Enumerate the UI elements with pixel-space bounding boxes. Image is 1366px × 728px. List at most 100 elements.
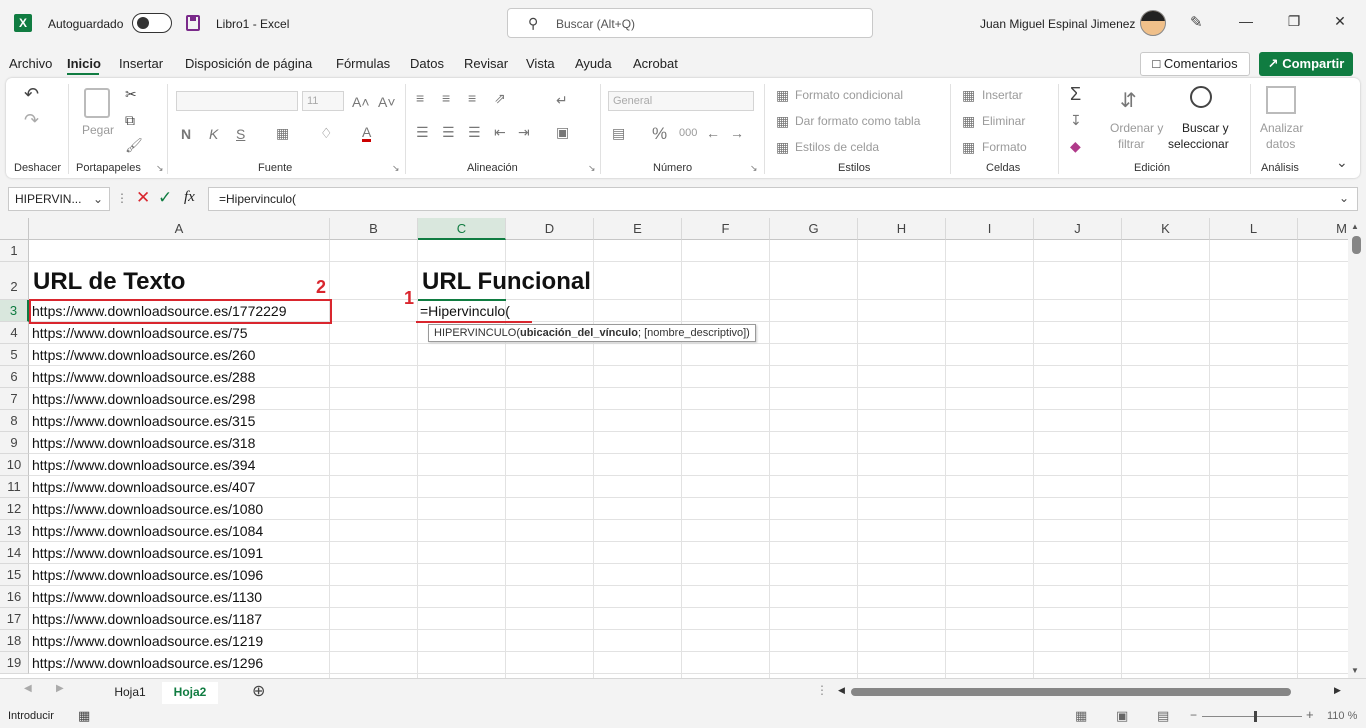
- cell-a15[interactable]: https://www.downloadsource.es/1096: [32, 567, 263, 583]
- cell-a18[interactable]: https://www.downloadsource.es/1219: [32, 633, 263, 649]
- column-header-c[interactable]: C: [418, 218, 506, 240]
- spreadsheet-grid[interactable]: A B C D E F G H I J K L M 1 2 3 4 5 6 7 …: [0, 218, 1348, 678]
- analyze-data-icon[interactable]: [1266, 86, 1296, 114]
- increase-decimal-icon[interactable]: ←: [706, 125, 720, 141]
- page-layout-icon[interactable]: ▣: [1116, 708, 1128, 724]
- insert-cells-button[interactable]: Insertar: [982, 88, 1023, 102]
- cell-a17[interactable]: https://www.downloadsource.es/1187: [32, 611, 262, 627]
- save-icon[interactable]: [186, 15, 200, 31]
- sheet-tab-hoja2[interactable]: Hoja2: [162, 682, 218, 706]
- collapse-ribbon-icon[interactable]: ⌄: [1336, 154, 1348, 171]
- next-sheet-icon[interactable]: ▶: [56, 683, 64, 694]
- accessibility-icon[interactable]: ▦: [78, 708, 90, 724]
- cell-a7[interactable]: https://www.downloadsource.es/298: [32, 391, 255, 407]
- row-header[interactable]: 7: [0, 388, 29, 410]
- font-name-dropdown[interactable]: [176, 91, 298, 111]
- confirm-icon[interactable]: ✓: [158, 188, 172, 208]
- pen-icon[interactable]: ✎: [1190, 13, 1203, 31]
- tab-acrobat[interactable]: Acrobat: [633, 56, 678, 71]
- cell-a16[interactable]: https://www.downloadsource.es/1130: [32, 589, 262, 605]
- currency-icon[interactable]: ▤: [612, 125, 625, 142]
- row-header[interactable]: 6: [0, 366, 29, 388]
- row-header[interactable]: 14: [0, 542, 29, 564]
- delete-cells-button[interactable]: Eliminar: [982, 114, 1025, 128]
- minimize-button[interactable]: —: [1236, 13, 1256, 29]
- sort-filter-label-1[interactable]: Ordenar y: [1110, 121, 1163, 135]
- search-input[interactable]: ⚲ Buscar (Alt+Q): [507, 8, 873, 38]
- cancel-icon[interactable]: ✕: [136, 188, 150, 208]
- number-format-dropdown[interactable]: General: [608, 91, 754, 111]
- dialog-launcher-icon[interactable]: ↘: [392, 163, 400, 174]
- column-header-e[interactable]: E: [594, 218, 682, 240]
- column-header-k[interactable]: K: [1122, 218, 1210, 240]
- add-sheet-icon[interactable]: ⊕: [252, 681, 265, 701]
- row-header[interactable]: 13: [0, 520, 29, 542]
- align-right-icon[interactable]: ☰: [468, 124, 481, 141]
- redo-icon[interactable]: ↷: [24, 110, 39, 131]
- row-header[interactable]: 18: [0, 630, 29, 652]
- analyze-label-2[interactable]: datos: [1266, 137, 1295, 151]
- avatar[interactable]: [1140, 10, 1166, 36]
- tab-inicio[interactable]: Inicio: [67, 56, 101, 71]
- autosum-icon[interactable]: Σ: [1070, 84, 1081, 105]
- cell-a5[interactable]: https://www.downloadsource.es/260: [32, 347, 255, 363]
- sheet-tab-hoja1[interactable]: Hoja1: [102, 682, 158, 704]
- align-top-icon[interactable]: ≡: [416, 90, 424, 106]
- merge-icon[interactable]: ▣: [556, 124, 569, 141]
- font-shrink-icon[interactable]: A˅: [378, 94, 396, 110]
- dialog-launcher-icon[interactable]: ↘: [750, 163, 758, 174]
- tab-ayuda[interactable]: Ayuda: [575, 56, 612, 71]
- cell-a11[interactable]: https://www.downloadsource.es/407: [32, 479, 255, 495]
- normal-view-icon[interactable]: ▦: [1075, 708, 1087, 724]
- find-select-label-2[interactable]: seleccionar: [1168, 137, 1229, 151]
- indent-increase-icon[interactable]: ⇥: [518, 124, 530, 141]
- tooltip-function[interactable]: HIPERVINCULO(: [434, 327, 520, 339]
- format-table-button[interactable]: Dar formato como tabla: [795, 114, 920, 128]
- horizontal-scroll-thumb[interactable]: [851, 688, 1291, 696]
- share-button[interactable]: ↗ Compartir: [1259, 52, 1353, 76]
- percent-button[interactable]: %: [652, 124, 667, 144]
- active-cell-text[interactable]: =Hipervinculo(: [420, 303, 510, 319]
- cell-a8[interactable]: https://www.downloadsource.es/315: [32, 413, 255, 429]
- expand-formula-icon[interactable]: ⌄: [1339, 191, 1349, 205]
- cell-a13[interactable]: https://www.downloadsource.es/1084: [32, 523, 263, 539]
- zoom-level[interactable]: 110 %: [1327, 710, 1357, 722]
- row-header[interactable]: 4: [0, 322, 29, 344]
- column-header-g[interactable]: G: [770, 218, 858, 240]
- prev-sheet-icon[interactable]: ◀: [24, 683, 32, 694]
- fill-color-icon[interactable]: ♢: [320, 125, 333, 142]
- autosave-toggle[interactable]: [132, 13, 172, 33]
- select-all-corner[interactable]: [0, 218, 29, 240]
- cell-a10[interactable]: https://www.downloadsource.es/394: [32, 457, 255, 473]
- font-color-button[interactable]: A: [362, 125, 372, 142]
- split-handle-icon[interactable]: ⋮: [816, 683, 828, 697]
- thousands-button[interactable]: 000: [679, 127, 697, 139]
- italic-button[interactable]: K: [209, 126, 218, 142]
- zoom-slider-thumb[interactable]: [1254, 711, 1257, 722]
- zoom-out-icon[interactable]: −: [1190, 708, 1197, 722]
- column-header-m[interactable]: M: [1298, 218, 1348, 240]
- align-bottom-icon[interactable]: ≡: [468, 90, 476, 106]
- restore-button[interactable]: ❐: [1284, 13, 1304, 30]
- row-header[interactable]: 1: [0, 240, 29, 262]
- tab-archivo[interactable]: Archivo: [9, 56, 52, 71]
- font-size-dropdown[interactable]: 11: [302, 91, 344, 111]
- tab-disposicion[interactable]: Disposición de página: [185, 56, 312, 71]
- find-select-icon[interactable]: [1190, 86, 1212, 108]
- cell-a19[interactable]: https://www.downloadsource.es/1296: [32, 655, 263, 671]
- column-header-f[interactable]: F: [682, 218, 770, 240]
- page-break-icon[interactable]: ▤: [1157, 708, 1169, 724]
- column-header-i[interactable]: I: [946, 218, 1034, 240]
- analyze-label-1[interactable]: Analizar: [1260, 121, 1303, 135]
- column-header-d[interactable]: D: [506, 218, 594, 240]
- row-header[interactable]: 8: [0, 410, 29, 432]
- cell-a14[interactable]: https://www.downloadsource.es/1091: [32, 545, 263, 561]
- row-header[interactable]: 9: [0, 432, 29, 454]
- row-header[interactable]: 12: [0, 498, 29, 520]
- wrap-text-icon[interactable]: ↵: [556, 92, 568, 109]
- borders-icon[interactable]: ▦: [276, 125, 289, 142]
- tab-vista[interactable]: Vista: [526, 56, 555, 71]
- column-header-j[interactable]: J: [1034, 218, 1122, 240]
- vertical-scroll-thumb[interactable]: [1352, 236, 1361, 254]
- cell-a4[interactable]: https://www.downloadsource.es/75: [32, 325, 248, 341]
